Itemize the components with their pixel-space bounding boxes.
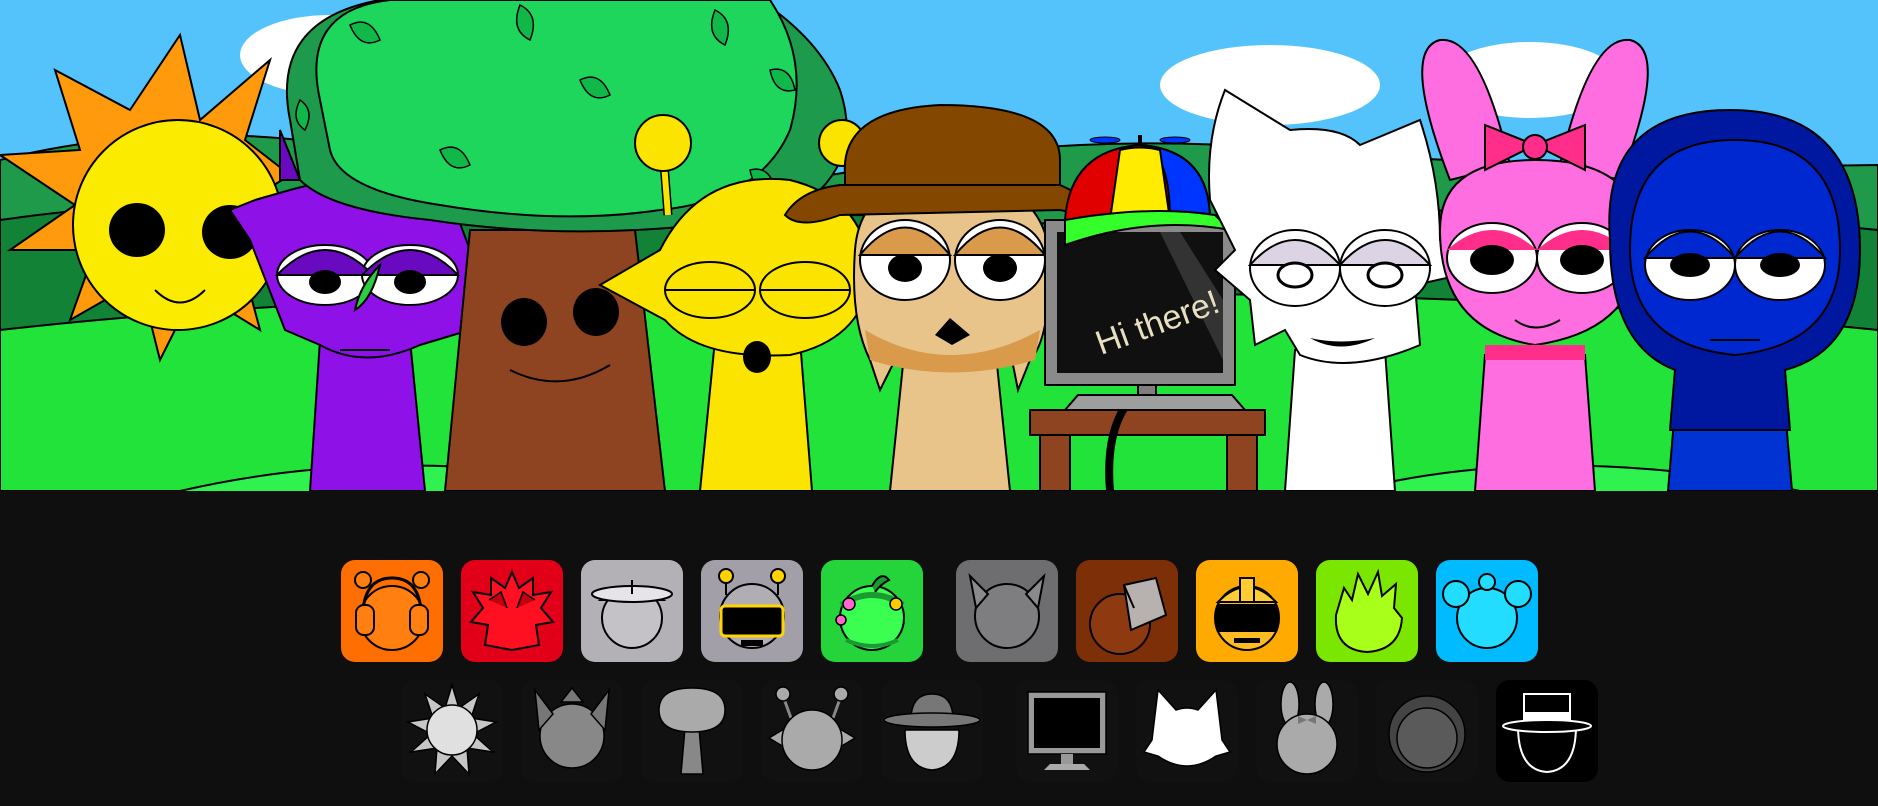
silhouette-button-tan[interactable] [881, 680, 983, 782]
gray-propeller-costume-icon [581, 560, 683, 662]
tophat-silhouette-icon [1496, 680, 1598, 782]
costume-button-flower[interactable] [821, 560, 923, 662]
cyan-ears-costume-icon [1436, 560, 1538, 662]
horned-silhouette-icon [521, 680, 623, 782]
red-spiky-costume-icon [461, 560, 563, 662]
bunny-silhouette-icon [1256, 680, 1358, 782]
sound-palette [0, 491, 1878, 806]
costume-button-ears[interactable] [1436, 560, 1538, 662]
antenna-silhouette-icon [761, 680, 863, 782]
silhouette-button-sun[interactable] [401, 680, 503, 782]
costume-button-helmet[interactable] [1196, 560, 1298, 662]
green-flower-costume-icon [821, 560, 923, 662]
gray-robot-costume-icon [701, 560, 803, 662]
gray-horns-costume-icon [956, 560, 1058, 662]
monitor-silhouette-icon [1016, 680, 1118, 782]
silhouette-button-yellow[interactable] [761, 680, 863, 782]
silhouette-button-tree[interactable] [641, 680, 743, 782]
character-stage: Hi there! [0, 0, 1878, 491]
costume-button-spiky[interactable] [461, 560, 563, 662]
cat-silhouette-icon [1136, 680, 1238, 782]
lime-spiky-costume-icon [1316, 560, 1418, 662]
game-stage: Hi there! [0, 0, 1878, 806]
silhouette-button-pink[interactable] [1256, 680, 1358, 782]
silhouette-button-computer[interactable] [1016, 680, 1118, 782]
stage-svg: Hi there! [0, 0, 1878, 491]
yellow-helmet-costume-icon [1196, 560, 1298, 662]
silhouette-button-purple[interactable] [521, 680, 623, 782]
costume-button-bucket[interactable] [1076, 560, 1178, 662]
hood-silhouette-icon [1376, 680, 1478, 782]
orange-headphones-costume-icon [341, 560, 443, 662]
costume-button-horns[interactable] [956, 560, 1058, 662]
hat-silhouette-icon [881, 680, 983, 782]
costume-button-robot[interactable] [701, 560, 803, 662]
silhouette-button-tophat[interactable] [1496, 680, 1598, 782]
silhouette-button-navy[interactable] [1376, 680, 1478, 782]
sun-silhouette-icon [401, 680, 503, 782]
costume-button-propeller[interactable] [581, 560, 683, 662]
silhouette-button-white[interactable] [1136, 680, 1238, 782]
costume-button-lime[interactable] [1316, 560, 1418, 662]
costume-button-headphones[interactable] [341, 560, 443, 662]
tree-silhouette-icon [641, 680, 743, 782]
brown-bucket-costume-icon [1076, 560, 1178, 662]
